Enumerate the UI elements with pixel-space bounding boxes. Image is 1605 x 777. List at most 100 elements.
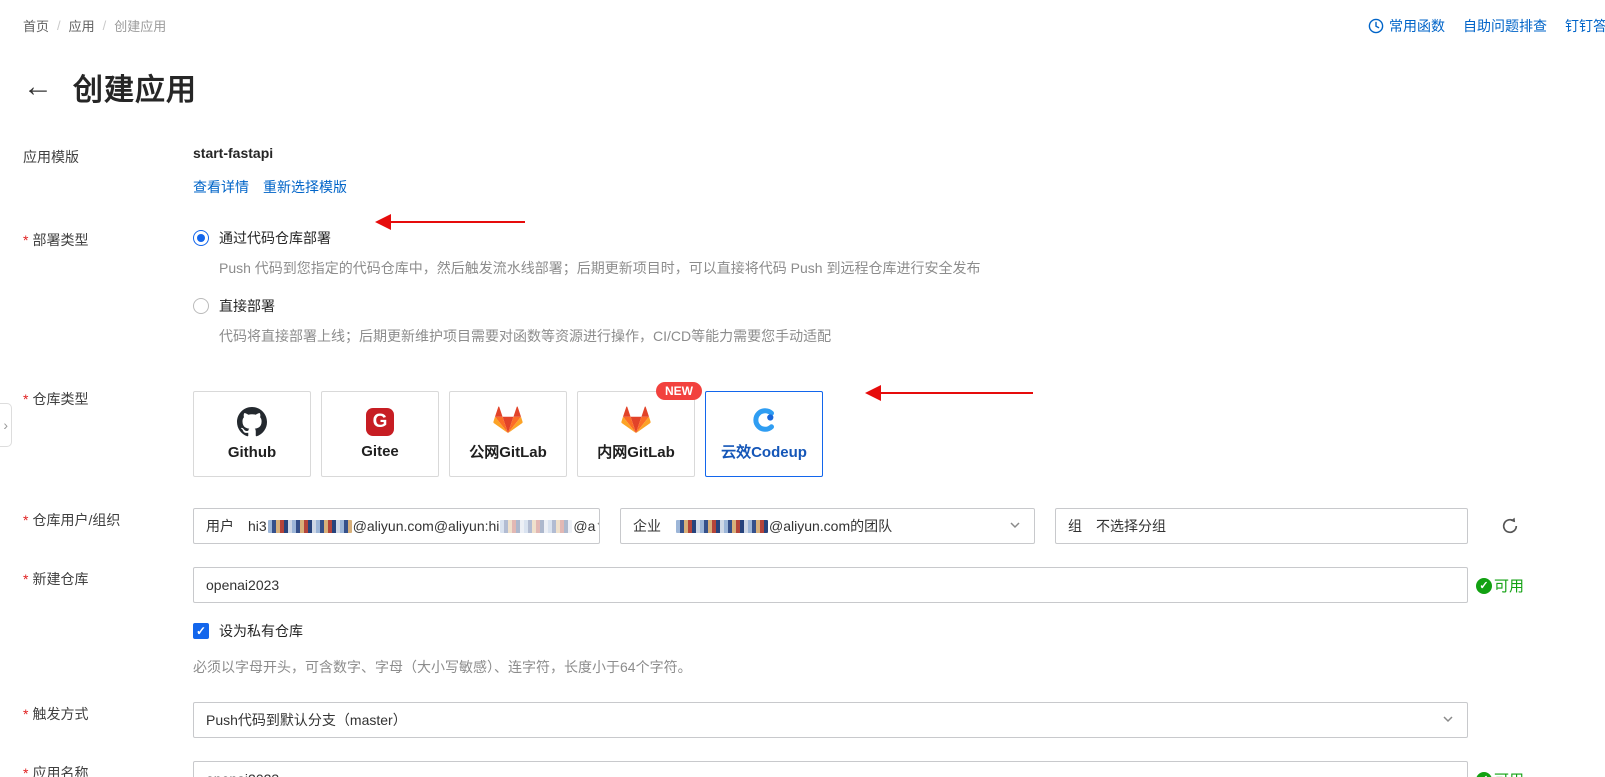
new-repo-row: *新建仓库 ✓ 可用 ✓ 设为私有仓库 必须以字母开头，可含数字、字母（大小写敏… <box>23 567 1605 677</box>
github-icon <box>237 407 267 437</box>
repo-owner-row: * 仓库用户/组织 用户 hi3 @aliyun.com@aliyun:hi @a 企… <box>23 508 1605 544</box>
repo-user-select[interactable]: 用户 hi3 @aliyun.com@aliyun:hi @a <box>193 508 600 544</box>
new-repo-label: * 新建仓库 <box>23 571 89 587</box>
breadcrumb-separator: / <box>57 18 61 33</box>
dingtalk-support-label: 钉钉答疑 <box>1565 18 1605 34</box>
required-asterisk: * <box>23 571 29 587</box>
trigger-label: * 触发方式 <box>23 706 89 722</box>
view-detail-link[interactable]: 查看详情 <box>193 177 249 197</box>
repo-group-select-prefix: 组 <box>1068 518 1082 534</box>
radio-repo-deploy-label[interactable]: 通过代码仓库部署 <box>219 228 331 248</box>
repo-card-public-gitlab-label: 公网GitLab <box>469 444 547 461</box>
gitlab-icon <box>493 406 523 434</box>
availability-badge: ✓ 可用 <box>1476 575 1524 596</box>
radio-direct-deploy-desc: 代码将直接部署上线；后期更新维护项目需要对函数等资源进行操作，CI/CD等能力需… <box>219 328 832 344</box>
availability-label: 可用 <box>1494 578 1525 595</box>
template-name: start-fastapi <box>193 145 274 161</box>
breadcrumb-home[interactable]: 首页 <box>23 16 49 35</box>
repo-user-select-prefix: 用户 <box>206 518 234 534</box>
repo-card-codeup[interactable]: 云效Codeup <box>705 391 823 477</box>
availability-badge: ✓ 可用 <box>1476 769 1524 777</box>
repo-owner-label: * 仓库用户/组织 <box>23 512 121 528</box>
deploy-type-label: * 部署类型 <box>23 232 89 248</box>
app-name-input[interactable] <box>193 761 1468 777</box>
radio-repo-deploy-desc: Push 代码到您指定的代码仓库中，然后触发流水线部署；后期更新项目时，可以直接… <box>219 260 981 276</box>
gitee-icon: G <box>366 408 394 436</box>
annotation-arrow-deploy-type <box>375 214 525 230</box>
annotation-arrow-codeup <box>865 385 1033 401</box>
repo-card-codeup-label: 云效Codeup <box>721 444 807 461</box>
deploy-option-direct: 直接部署 代码将直接部署上线；后期更新维护项目需要对函数等资源进行操作，CI/C… <box>193 296 1605 346</box>
breadcrumb-separator: / <box>102 18 107 33</box>
repo-card-private-gitlab-label: 内网GitLab <box>597 444 675 461</box>
chevron-down-icon <box>1008 518 1022 535</box>
repo-group-value: 不选择分组 <box>1096 518 1166 534</box>
breadcrumb-apps[interactable]: 应用 <box>69 16 95 35</box>
deploy-type-row: * 部署类型 通过代码仓库部署 Push 代码到您指定的代码仓库中，然后触发流水线… <box>23 228 1605 364</box>
required-asterisk: * <box>23 765 29 777</box>
repo-org-select[interactable]: 企业 @aliyun.com的团队 <box>620 508 1035 544</box>
repo-group-select[interactable]: 组 不选择分组 <box>1055 508 1468 544</box>
back-arrow-icon[interactable]: ← <box>23 72 53 102</box>
trigger-value: Push代码到默认分支（master） <box>206 712 407 728</box>
repo-type-label: * 仓库类型 <box>23 391 89 407</box>
repo-card-gitee-label: Gitee <box>361 443 399 460</box>
common-functions-link[interactable]: 常用函数 <box>1368 16 1445 36</box>
topbar-links: 常用函数 自助问题排查 钉钉答疑 <box>1368 16 1605 36</box>
radio-repo-deploy[interactable] <box>193 230 209 246</box>
check-circle-icon: ✓ <box>1476 771 1492 777</box>
new-badge: NEW <box>656 382 702 400</box>
common-functions-label: 常用函数 <box>1389 18 1445 34</box>
reselect-template-link[interactable]: 重新选择模版 <box>263 177 347 197</box>
repo-org-select-prefix: 企业 <box>633 518 661 534</box>
redacted-text <box>676 520 768 533</box>
availability-label: 可用 <box>1494 769 1524 777</box>
clock-icon <box>1368 18 1384 34</box>
private-repo-checkbox[interactable]: ✓ <box>193 623 209 639</box>
required-asterisk: * <box>23 706 29 722</box>
self-troubleshoot-link[interactable]: 自助问题排查 <box>1463 16 1547 36</box>
required-asterisk: * <box>23 512 29 528</box>
gitlab-icon <box>621 406 651 434</box>
title-row: ← 创建应用 <box>23 65 1605 109</box>
radio-direct-deploy[interactable] <box>193 298 209 314</box>
template-row: 应用模版 start-fastapi 查看详情 重新选择模版 <box>23 145 1605 197</box>
redacted-text <box>267 520 352 533</box>
create-app-page: 首页 / 应用 / 创建应用 常用函数 自助问题排查 钉钉答疑 ← 创建应用 应… <box>0 0 1605 777</box>
repo-type-row: * 仓库类型 Github G Gitee 公网GitLab NEW 内网Git… <box>23 382 1605 477</box>
repo-card-private-gitlab[interactable]: NEW 内网GitLab <box>577 382 702 477</box>
app-name-label: * 应用名称 <box>23 761 193 777</box>
redacted-text <box>500 520 573 533</box>
required-asterisk: * <box>23 232 29 248</box>
trigger-select[interactable]: Push代码到默认分支（master） <box>193 702 1468 738</box>
template-label: 应用模版 <box>23 149 79 165</box>
side-panel-expand-handle[interactable]: › <box>0 403 12 447</box>
chevron-right-icon: › <box>3 417 8 433</box>
codeup-icon <box>753 408 774 432</box>
page-title: 创建应用 <box>73 74 197 107</box>
repo-card-public-gitlab[interactable]: 公网GitLab <box>449 391 567 477</box>
repo-user-value: hi3 @aliyun.com@aliyun:hi @a <box>248 518 596 534</box>
new-repo-hint: 必须以字母开头，可含数字、字母（大小写敏感）、连字符，长度小于64个字符。 <box>193 659 692 675</box>
private-repo-checkbox-label[interactable]: 设为私有仓库 <box>219 621 303 641</box>
app-name-row: *应用名称 ✓ 可用 必须以字母开头，可含数字、字母（大小写敏感）、连字符，长度… <box>23 761 1605 777</box>
new-repo-input[interactable] <box>193 567 1468 603</box>
dingtalk-support-link[interactable]: 钉钉答疑 <box>1565 16 1605 36</box>
repo-card-github-label: Github <box>227 444 277 461</box>
breadcrumb-current: 创建应用 <box>114 19 167 34</box>
trigger-row: * 触发方式 Push代码到默认分支（master） <box>23 702 1605 738</box>
deploy-option-repo: 通过代码仓库部署 Push 代码到您指定的代码仓库中，然后触发流水线部署；后期更… <box>193 228 1605 278</box>
chevron-down-icon <box>1441 712 1455 729</box>
repo-type-cards: Github G Gitee 公网GitLab NEW 内网GitLab 云效C… <box>193 382 1605 477</box>
repo-card-github[interactable]: Github <box>193 391 311 477</box>
refresh-button[interactable] <box>1500 516 1520 536</box>
repo-card-gitee[interactable]: G Gitee <box>321 391 439 477</box>
self-troubleshoot-label: 自助问题排查 <box>1463 18 1547 34</box>
required-asterisk: * <box>23 391 29 407</box>
chevron-down-icon <box>595 518 599 535</box>
check-circle-icon: ✓ <box>1476 577 1492 594</box>
repo-org-value: @aliyun.com的团队 <box>675 516 892 536</box>
radio-direct-deploy-label[interactable]: 直接部署 <box>219 296 275 316</box>
refresh-icon <box>1502 517 1518 534</box>
create-app-form: 应用模版 start-fastapi 查看详情 重新选择模版 * 部署类型 通过代… <box>23 145 1605 777</box>
